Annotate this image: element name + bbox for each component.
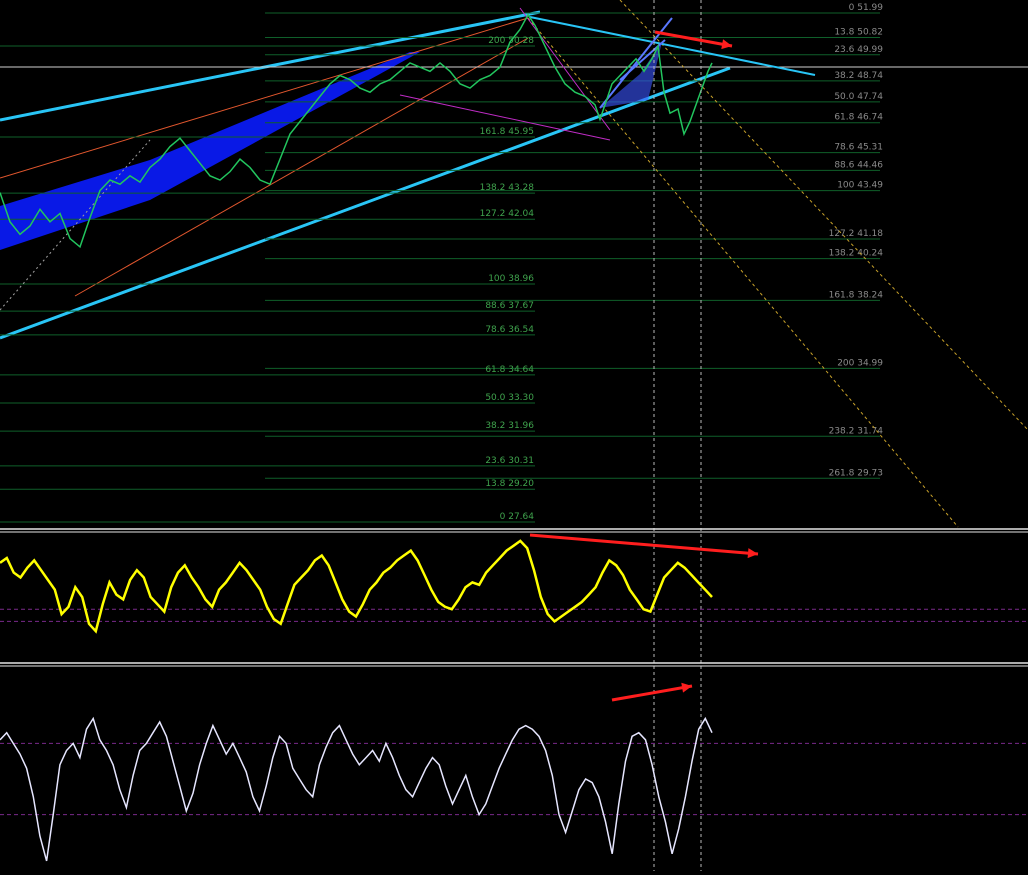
fib-left-label: 88.6 37.67 <box>485 301 534 311</box>
fib-left-label: 38.2 31.96 <box>485 421 534 431</box>
trading-chart: 0 51.99 13.8 50.82 23.6 49.99 38.2 48.74 50.… <box>0 0 1028 871</box>
fib-right-label: 261.8 29.73 <box>829 468 883 478</box>
fib-left-label: 161.8 45.95 <box>480 127 534 137</box>
fib-left-label: 23.6 30.31 <box>485 456 534 466</box>
fib-left-label: 138.2 43.28 <box>480 183 535 193</box>
fib-left-label: 13.8 29.20 <box>485 479 534 489</box>
fib-right-label: 50.0 47.74 <box>834 92 883 102</box>
fib-right-label: 13.8 50.82 <box>834 27 883 37</box>
oscillator-1-panel[interactable] <box>0 539 1028 634</box>
fib-left-label: 127.2 42.04 <box>480 209 535 219</box>
fib-right-label: 238.2 31.74 <box>829 426 884 436</box>
osc1-divergence-arrow-head <box>747 548 758 559</box>
fib-right-label: 138.2 40.24 <box>829 249 884 259</box>
osc1-line <box>0 539 713 634</box>
fib-left-label: 100 38.96 <box>488 274 534 284</box>
fib-right-label: 78.6 45.31 <box>834 143 883 153</box>
fib-right-label: 161.8 38.24 <box>829 290 884 300</box>
fib-left-label: 0 27.64 <box>500 512 535 522</box>
fib-right-label: 127.2 41.18 <box>829 229 884 239</box>
fib-right-label: 88.6 44.46 <box>834 160 883 170</box>
fib-right-label: 0 51.99 <box>849 3 884 13</box>
fib-left-label: 50.0 33.30 <box>485 393 534 403</box>
fib-right-label: 200 34.99 <box>837 358 883 368</box>
price-panel[interactable]: 0 51.99 13.8 50.82 23.6 49.99 38.2 48.74 50.… <box>0 0 1028 871</box>
fib-left-label: 61.8 34.64 <box>485 365 534 375</box>
osc2-divergence-arrow <box>611 684 693 702</box>
fib-right-label: 23.6 49.99 <box>834 45 883 55</box>
fib-right-label: 38.2 48.74 <box>834 71 883 81</box>
osc1-divergence-arrow <box>529 533 759 556</box>
fib-left-label: 78.6 36.54 <box>485 325 534 335</box>
fib-right-label: 100 43.49 <box>837 181 883 191</box>
fib-right-label: 61.8 46.74 <box>834 113 883 123</box>
oscillator-2-panel[interactable] <box>0 716 1028 862</box>
chart-canvas[interactable]: 0 51.99 13.8 50.82 23.6 49.99 38.2 48.74 50.… <box>0 0 1028 871</box>
osc2-line <box>0 716 713 862</box>
